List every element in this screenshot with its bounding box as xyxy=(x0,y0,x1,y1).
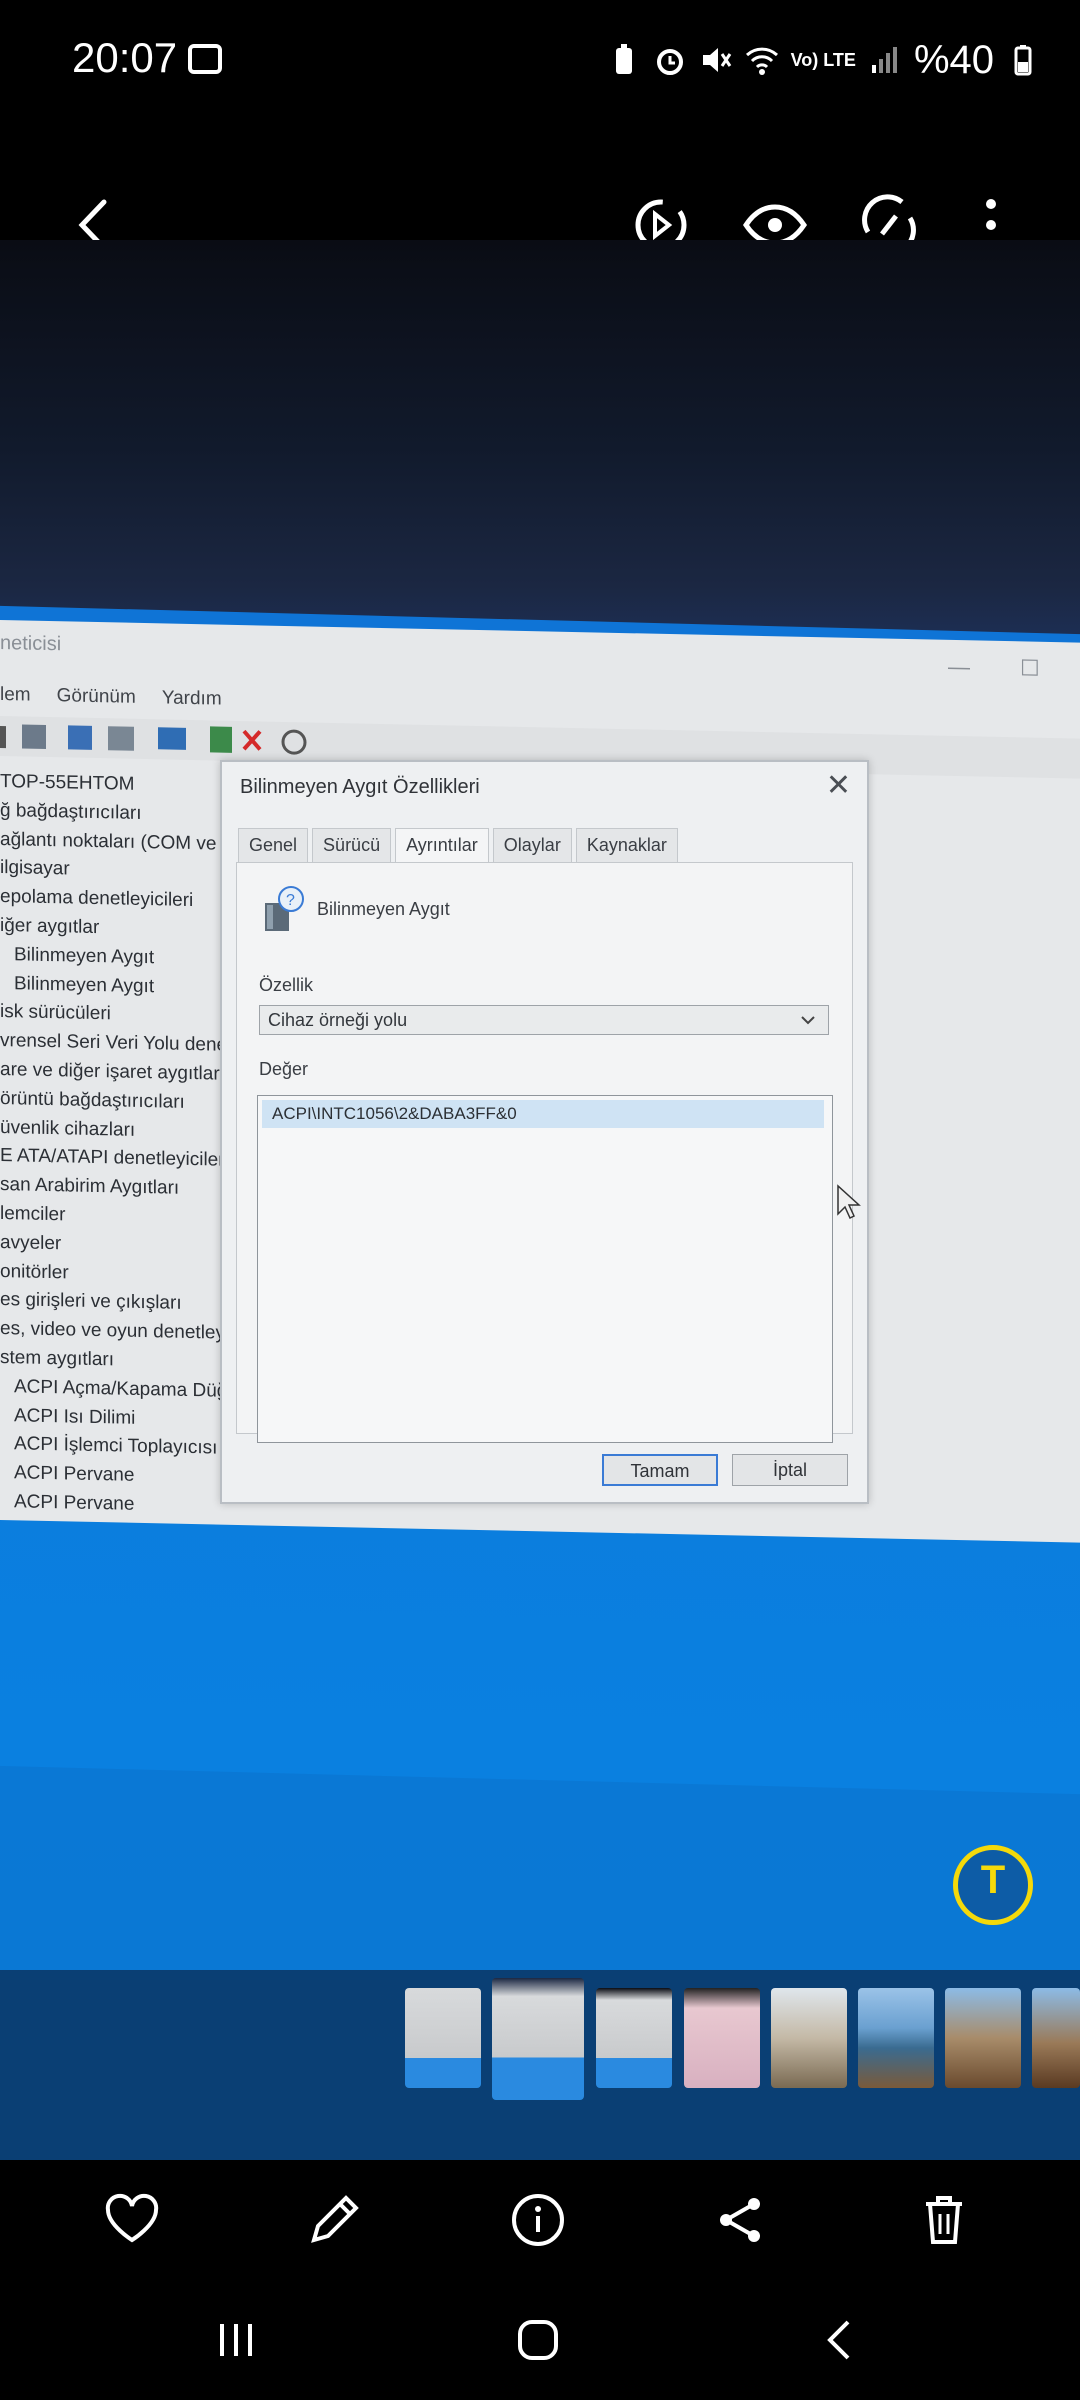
battery-text: %40 xyxy=(913,37,994,82)
tree-item[interactable]: onitörler xyxy=(0,1258,220,1291)
coast-thumb[interactable] xyxy=(1032,1988,1080,2088)
tree-item[interactable]: stem aygıtları xyxy=(0,1344,220,1377)
info-icon[interactable] xyxy=(508,2190,568,2250)
dialog-title: Bilinmeyen Aygıt Özellikleri xyxy=(240,776,480,798)
tree-item[interactable]: iğer aygıtlar xyxy=(0,912,220,945)
home-icon[interactable] xyxy=(508,2310,568,2370)
window-title: neticisi xyxy=(0,632,62,656)
tab-driver[interactable]: Sürücü xyxy=(312,828,392,863)
properties-dialog: Bilinmeyen Aygıt Özellikleri ✕ Genel Sür… xyxy=(220,760,869,1504)
screenshot-thumb[interactable] xyxy=(405,1988,481,2088)
screenshot-thumb-selected[interactable] xyxy=(492,1978,584,2100)
tree-item[interactable]: ağlantı noktaları (COM ve L xyxy=(0,826,220,859)
minimize-icon: — xyxy=(948,653,970,680)
menu-bar: lem Görünüm Yardım xyxy=(0,684,222,711)
tree-item[interactable]: epolama denetleyicileri xyxy=(0,883,220,916)
status-bar: 20:07 Vo) LTE %40 xyxy=(0,0,1080,120)
text-recognition-button[interactable]: T xyxy=(953,1845,1033,1925)
tree-item[interactable]: ACPI Pervane xyxy=(0,1459,220,1492)
volte-label: Vo) LTE xyxy=(790,50,856,70)
status-time: 20:07 xyxy=(72,34,178,81)
status-icons: Vo) LTE %40 xyxy=(607,30,1040,90)
battery-saver-icon xyxy=(615,44,632,74)
tree-item[interactable]: ACPI Pervane xyxy=(0,1488,220,1521)
tree-item[interactable]: are ve diğer işaret aygıtları xyxy=(0,1056,220,1089)
filmstrip xyxy=(0,1970,1080,2160)
tree-item[interactable]: E ATA/ATAPI denetleyiciler xyxy=(0,1142,220,1175)
device-tree: TOP-55EHTOM ğ bağdaştırıcıları ağlantı n… xyxy=(0,768,220,1521)
battery-icon xyxy=(1014,45,1032,76)
tree-item[interactable]: es, video ve oyun denetleyic xyxy=(0,1315,220,1348)
tree-item[interactable]: lemciler xyxy=(0,1200,220,1233)
tree-item[interactable]: üvenlik cihazları xyxy=(0,1114,220,1147)
recent-apps-icon[interactable] xyxy=(206,2310,266,2370)
share-icon[interactable] xyxy=(710,2190,770,2250)
toolbar-icons xyxy=(0,724,307,755)
delete-icon[interactable] xyxy=(914,2190,974,2250)
tab-general[interactable]: Genel xyxy=(238,828,309,863)
photo-viewer[interactable]: neticisi — ☐ lem Görünüm Yardım TOP-55EH… xyxy=(0,240,1080,1970)
coast-thumb[interactable] xyxy=(945,1988,1021,2088)
screenshot-thumb[interactable] xyxy=(596,1988,672,2088)
list-item[interactable]: ACPI\INTC1056\2&DABA3FF&0 xyxy=(262,1100,824,1128)
wifi-icon xyxy=(745,47,778,75)
back-nav-icon[interactable] xyxy=(810,2310,870,2370)
bottom-action-bar xyxy=(0,2160,1080,2280)
menu-item-view: Görünüm xyxy=(56,685,136,708)
tab-details[interactable]: Ayrıntılar xyxy=(395,828,489,863)
tree-item[interactable]: ilgisayar xyxy=(0,854,220,887)
edit-icon[interactable] xyxy=(304,2190,364,2250)
coast-thumb[interactable] xyxy=(858,1988,934,2088)
close-icon[interactable]: ✕ xyxy=(826,768,851,803)
tree-item[interactable]: san Arabirim Aygıtları xyxy=(0,1171,220,1204)
tab-events[interactable]: Olaylar xyxy=(492,828,572,863)
maximize-icon: ☐ xyxy=(1020,655,1040,681)
portrait-thumb[interactable] xyxy=(771,1988,847,2088)
menu-item-action: lem xyxy=(0,684,31,706)
mouse-cursor-icon xyxy=(837,1184,861,1220)
property-value: Cihaz örneği yolu xyxy=(268,1010,408,1030)
tree-item[interactable]: ğ bağdaştırıcıları xyxy=(0,797,220,830)
dialog-tabs: Genel Sürücü Ayrıntılar Olaylar Kaynakla… xyxy=(238,828,678,863)
tree-item[interactable]: vrensel Seri Veri Yolu denetl xyxy=(0,1027,220,1060)
menu-item-help: Yardım xyxy=(161,687,222,710)
value-listbox[interactable]: ACPI\INTC1056\2&DABA3FF&0 xyxy=(257,1095,833,1443)
text-recognition-icon: T xyxy=(980,1858,1006,1902)
property-label: Özellik xyxy=(259,975,314,995)
tree-item[interactable]: TOP-55EHTOM xyxy=(0,768,220,801)
tree-item[interactable]: ACPI Isı Dilimi xyxy=(0,1402,220,1435)
value-label: Değer xyxy=(259,1059,309,1079)
tree-item[interactable]: ACPI Açma/Kapama Düğ xyxy=(0,1373,220,1406)
tree-item[interactable]: Bilinmeyen Aygıt xyxy=(0,941,220,974)
ok-button[interactable]: Tamam xyxy=(602,1454,718,1486)
unknown-device-icon: ? xyxy=(265,886,304,931)
signal-icon xyxy=(871,47,897,73)
favorite-icon[interactable] xyxy=(102,2190,162,2250)
alarm-icon xyxy=(656,49,683,75)
chevron-down-icon xyxy=(801,1016,815,1025)
tab-resources[interactable]: Kaynaklar xyxy=(575,828,678,863)
device-name: Bilinmeyen Aygıt xyxy=(317,899,450,919)
details-panel: ? Bilinmeyen Aygıt Özellik Cihaz örneği … xyxy=(236,862,853,1443)
tree-item[interactable]: es girişleri ve çıkışları xyxy=(0,1286,220,1319)
tree-item[interactable]: avyeler xyxy=(0,1229,220,1262)
gallery-icon xyxy=(188,44,222,74)
tree-item[interactable]: isk sürücüleri xyxy=(0,998,220,1031)
navigation-bar xyxy=(0,2280,1080,2400)
mute-icon xyxy=(702,48,731,72)
phone-thumb[interactable] xyxy=(684,1988,760,2088)
tree-item[interactable]: örüntü bağdaştırıcıları xyxy=(0,1085,220,1118)
svg-text:?: ? xyxy=(286,892,295,909)
tree-item[interactable]: Bilinmeyen Aygıt xyxy=(0,970,220,1003)
property-select[interactable]: Cihaz örneği yolu xyxy=(259,1005,829,1035)
cancel-button[interactable]: İptal xyxy=(732,1454,848,1486)
tree-item[interactable]: ACPI İşlemci Toplayıcısı xyxy=(0,1430,220,1463)
